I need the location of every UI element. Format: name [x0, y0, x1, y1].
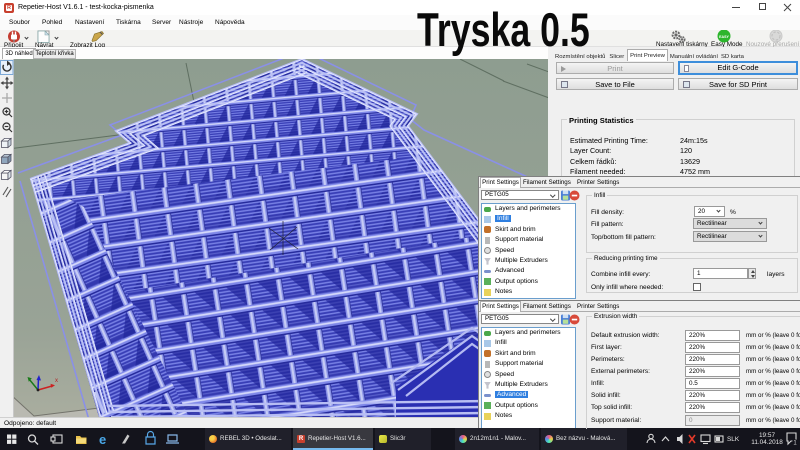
svg-text:EASY: EASY — [719, 35, 729, 39]
svg-text:e: e — [99, 432, 106, 447]
svg-text:x: x — [55, 378, 58, 384]
